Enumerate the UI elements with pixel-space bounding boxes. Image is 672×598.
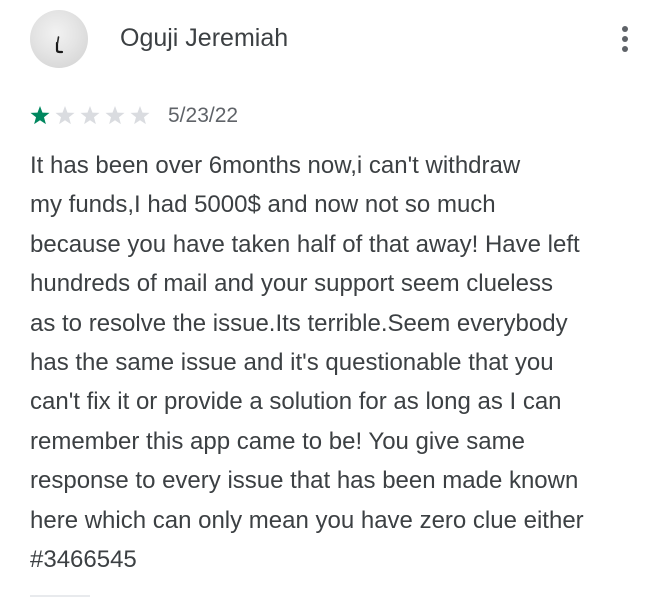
user-avatar-photo-icon bbox=[55, 36, 64, 54]
reviewer-avatar[interactable] bbox=[30, 10, 88, 68]
more-vert-icon-dot bbox=[622, 36, 628, 42]
review-text-line: hundreds of mail and your support seem c… bbox=[30, 270, 553, 298]
reviewer-name: Oguji Jeremiah bbox=[120, 24, 289, 52]
review-card: Oguji Jeremiah 5/23/22 It has been over … bbox=[0, 0, 672, 598]
review-text-line: response to every issue that has been ma… bbox=[30, 467, 579, 495]
divider bbox=[30, 595, 90, 597]
review-text-line: my funds,I had 5000$ and now not so much bbox=[30, 191, 496, 219]
review-text-line: can't fix it or provide a solution for a… bbox=[30, 388, 562, 416]
review-text-line: #3466545 bbox=[30, 546, 137, 574]
more-vert-icon bbox=[622, 26, 628, 32]
review-text-line: here which can only mean you have zero c… bbox=[30, 506, 584, 534]
star-empty-icon bbox=[130, 106, 150, 125]
review-text-line: It has been over 6months now,i can't wit… bbox=[30, 152, 521, 179]
more-options-button[interactable] bbox=[618, 24, 632, 54]
star-rating bbox=[30, 106, 150, 125]
star-filled-icon bbox=[30, 106, 50, 125]
review-header: Oguji Jeremiah bbox=[30, 10, 652, 70]
star-empty-icon bbox=[105, 106, 125, 125]
review-body-text: It has been over 6months now,i can't wit… bbox=[30, 146, 655, 579]
review-text-line: as to resolve the issue.Its terrible.See… bbox=[30, 309, 568, 337]
review-text-line: remember this app came to be! You give s… bbox=[30, 427, 525, 455]
review-date: 5/23/22 bbox=[168, 104, 239, 127]
review-text-line: has the same issue and it's questionable… bbox=[30, 349, 554, 377]
more-vert-icon-dot bbox=[622, 46, 628, 52]
star-empty-icon bbox=[55, 106, 75, 125]
star-empty-icon bbox=[80, 106, 100, 125]
review-text-line: because you have taken half of that away… bbox=[30, 230, 580, 258]
